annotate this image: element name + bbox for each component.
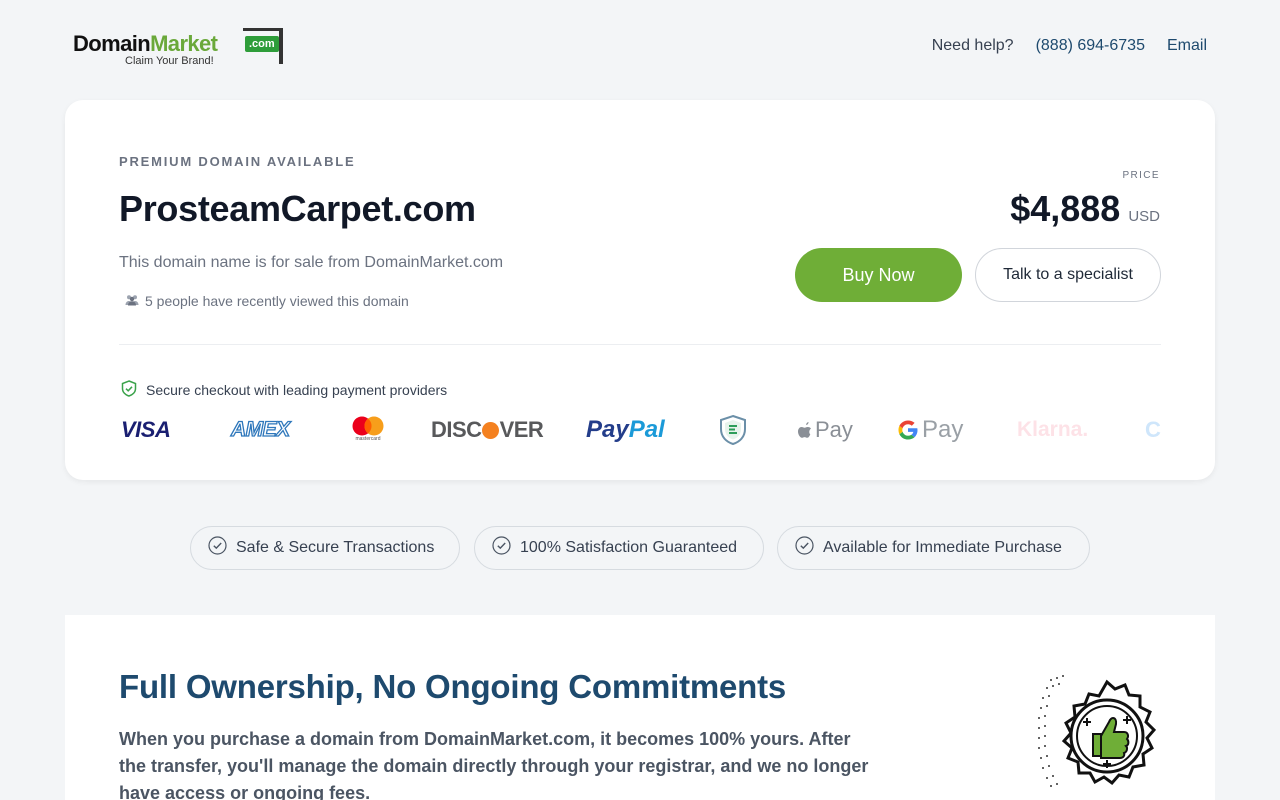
domain-offer-card: PREMIUM DOMAIN AVAILABLE ProsteamCarpet.… [65,100,1215,480]
header-nav: Need help? (888) 694-6735 Email [932,37,1207,55]
card-divider [119,344,1161,345]
talk-to-specialist-button[interactable]: Talk to a specialist [975,248,1161,302]
for-sale-text: This domain name is for sale from Domain… [119,254,504,271]
trust-pill-satisfaction: 100% Satisfaction Guaranteed [474,526,764,570]
price-label: PRICE [1122,170,1160,181]
price-amount: $4,888 [1010,188,1121,229]
secure-checkout-text: Secure checkout with leading payment pro… [146,382,448,398]
mastercard-logo: mastercard [349,416,387,444]
klarna-logo: Klarna. [1017,418,1089,441]
google-pay-text: Pay [922,416,964,443]
trust-pill-label: Safe & Secure Transactions [236,539,435,556]
premium-eyebrow: PREMIUM DOMAIN AVAILABLE [119,154,356,169]
check-circle-icon [208,536,227,560]
apple-pay-logo: Pay [797,416,853,444]
payment-logos: VISA AMEX mastercard DISC VER Pay Pal Pay … [121,408,1166,452]
secure-checkout: Secure checkout with leading payment pro… [121,380,447,400]
check-circle-icon [795,536,814,560]
amex-logo: AMEX [230,417,290,441]
shield-check-icon [121,380,137,400]
domain-name-title: ProsteamCarpet.com [119,188,476,229]
ownership-body: When you purchase a domain from DomainMa… [119,729,869,800]
ownership-title: Full Ownership, No Ongoing Commitments [119,668,787,705]
price-currency: USD [1128,208,1160,225]
ownership-section: Full Ownership, No Ongoing Commitments W… [65,615,1215,800]
apple-pay-text: Pay [815,417,853,442]
shield-payment-icon [718,414,748,446]
thumbs-up-badge-icon [1031,670,1171,800]
people-icon [125,293,139,309]
check-circle-icon [492,536,511,560]
email-link[interactable]: Email [1167,37,1207,55]
logo-tagline: Claim Your Brand! [125,55,214,67]
price-display: $4,888 USD [1010,188,1160,230]
visa-logo: VISA [121,417,171,442]
mastercard-wordmark: mastercard [355,436,381,442]
logo-wordmark: DomainMarket [73,31,218,56]
domainmarket-logo[interactable]: DomainMarket .com Claim Your Brand! [73,28,288,70]
paypal-logo: Pay Pal [586,416,665,443]
buy-now-button[interactable]: Buy Now [795,248,962,302]
logo-sign-post [279,28,283,64]
site-header: DomainMarket .com Claim Your Brand! Need… [0,0,1280,92]
discover-logo: DISC VER [431,417,544,442]
google-pay-logo: Pay [897,416,963,444]
need-help-text: Need help? [931,37,1014,54]
trust-pill-secure: Safe & Secure Transactions [190,526,460,570]
recent-views: 5 people have recently viewed this domai… [125,293,409,309]
trust-pill-label: Available for Immediate Purchase [823,539,1062,556]
recent-views-text: 5 people have recently viewed this domai… [145,293,409,309]
crypto-logo: C [1145,417,1161,442]
trust-pill-immediate: Available for Immediate Purchase [777,526,1090,570]
trust-pill-label: 100% Satisfaction Guaranteed [520,539,738,556]
phone-link[interactable]: (888) 694-6735 [1036,37,1145,55]
logo-com-badge: .com [245,36,279,52]
logo-sign-bar [243,28,283,31]
